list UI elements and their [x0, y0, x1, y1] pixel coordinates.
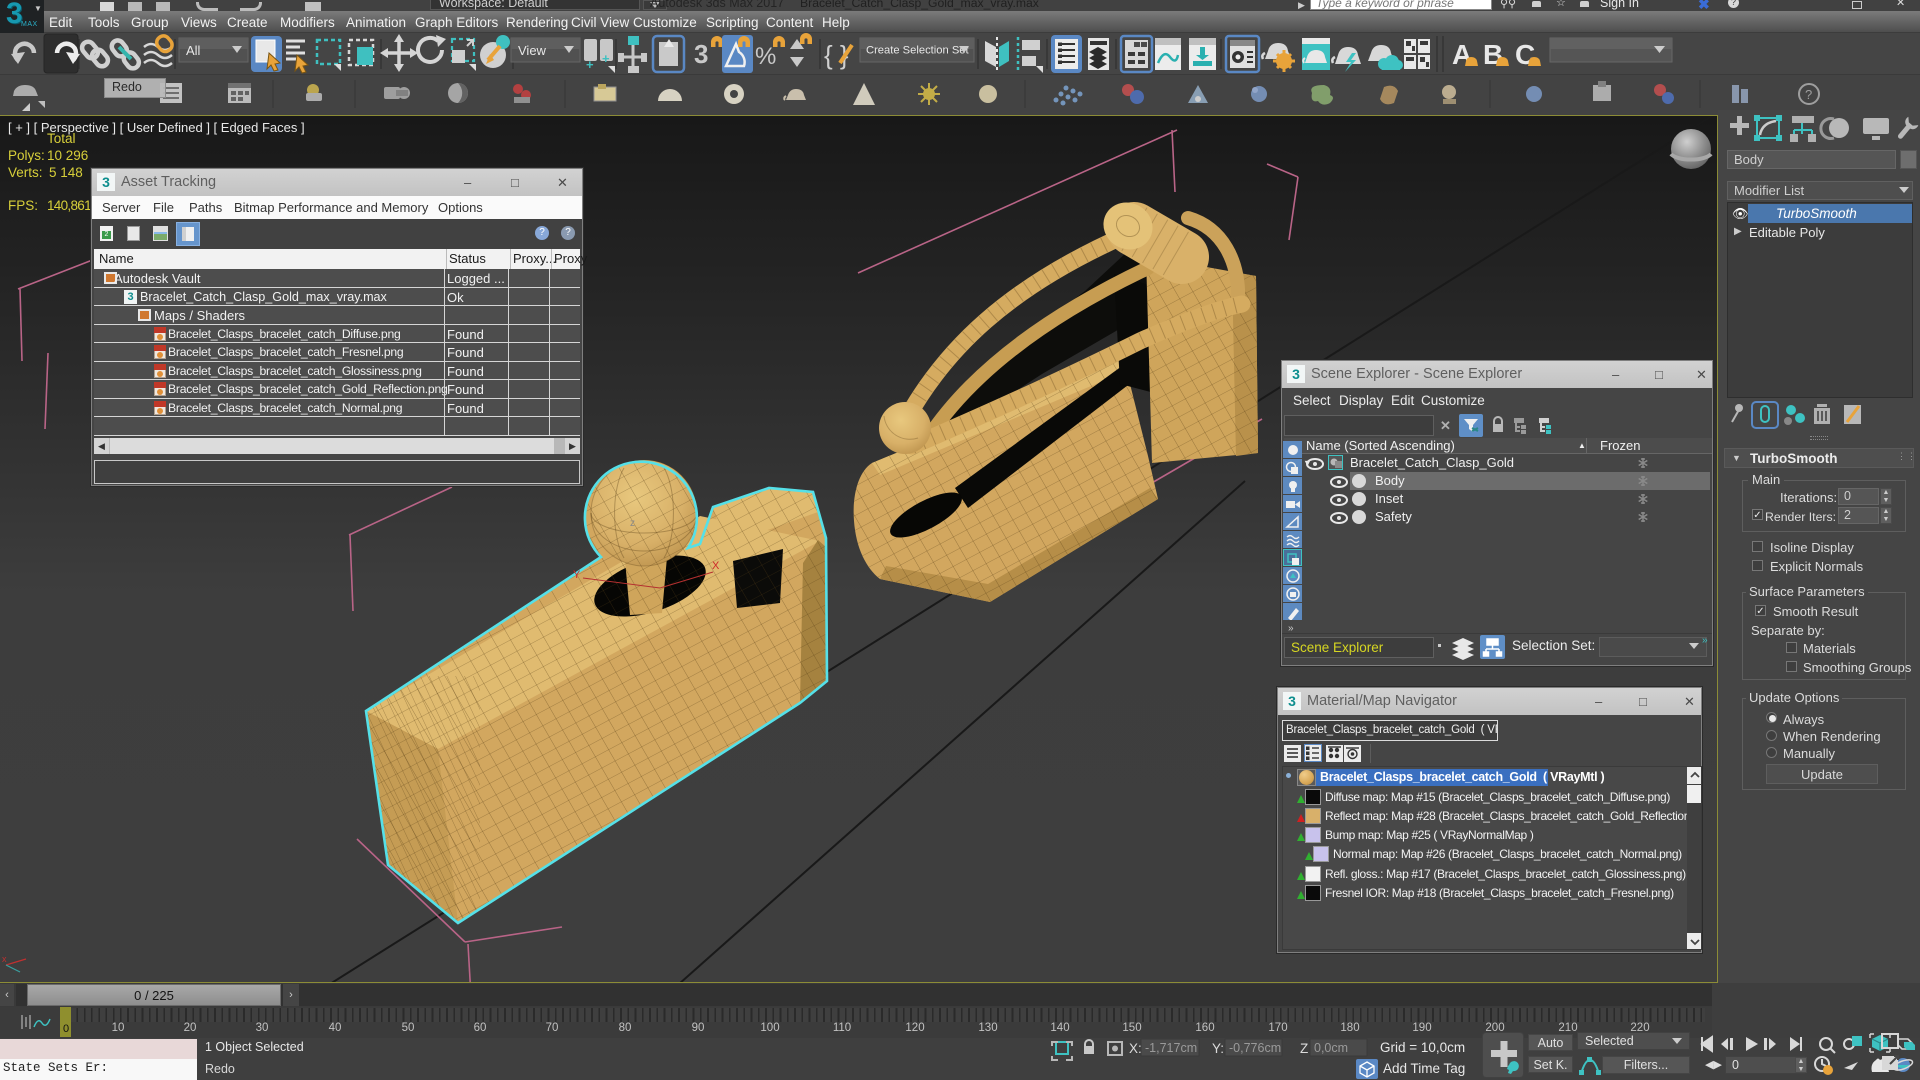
svg-text:+: +	[602, 51, 610, 66]
svg-text:X:: X:	[1129, 1041, 1142, 1056]
svg-text:View: View	[518, 43, 547, 58]
svg-text:3: 3	[694, 39, 708, 69]
svg-text:+: +	[586, 57, 594, 72]
svg-text:x: x	[2, 954, 7, 964]
svg-text:%: %	[755, 43, 776, 70]
svg-text:X: X	[712, 560, 720, 572]
svg-text:-1,717cm: -1,717cm	[1145, 1041, 1197, 1055]
svg-text:?: ?	[1805, 87, 1812, 102]
svg-text:Create Selection Set: Create Selection Set	[866, 45, 970, 57]
svg-text:-0,776cm: -0,776cm	[1229, 1041, 1281, 1055]
svg-text:All: All	[186, 43, 201, 58]
svg-text:Y: Y	[573, 569, 581, 581]
svg-text:Y:: Y:	[1212, 1041, 1224, 1056]
svg-text:z: z	[630, 518, 635, 529]
svg-text:0,0cm: 0,0cm	[1314, 1041, 1348, 1055]
